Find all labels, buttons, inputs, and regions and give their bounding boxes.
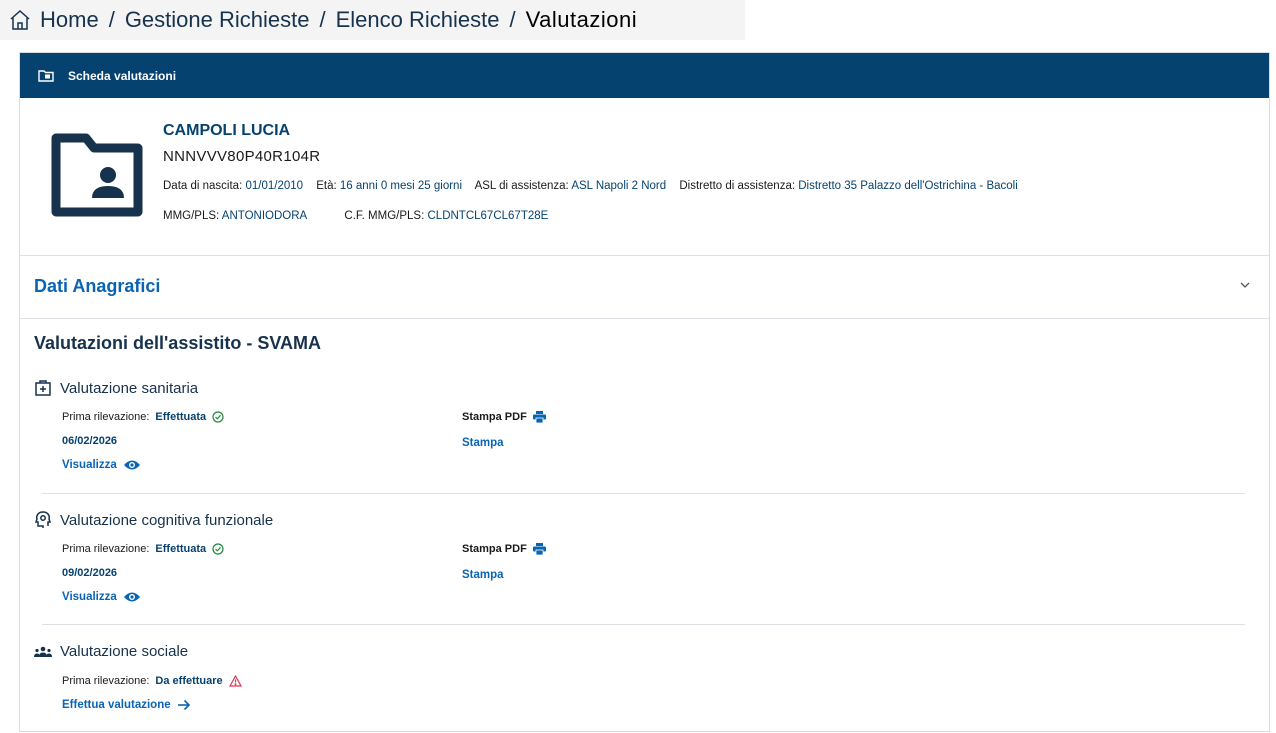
card-header: Scheda valutazioni xyxy=(20,53,1269,98)
cognitiva-print-link[interactable]: Stampa xyxy=(462,569,504,581)
breadcrumb-home[interactable]: Home xyxy=(40,7,99,33)
patient-info: CAMPOLI LUCIA NNNVVV80P40R104R Data di n… xyxy=(20,98,1269,256)
birth-value: 01/01/2010 xyxy=(245,180,304,192)
mmg-label: MMG/PLS: xyxy=(163,210,220,222)
cognitiva-view-link[interactable]: Visualizza xyxy=(62,591,141,603)
home-icon[interactable] xyxy=(8,8,32,32)
people-group-icon xyxy=(34,645,52,659)
medical-kit-icon xyxy=(34,379,52,397)
breadcrumb-gestione-richieste[interactable]: Gestione Richieste xyxy=(125,7,310,33)
svama-section-title: Valutazioni dell'assistito - SVAMA xyxy=(34,333,321,353)
dati-anagrafici-title[interactable]: Dati Anagrafici xyxy=(34,276,160,297)
rilevazione-label: Prima rilevazione: xyxy=(62,543,150,555)
divider xyxy=(42,624,1245,625)
patient-fiscal-code: NNNVVV80P40R104R xyxy=(163,148,321,165)
printer-icon[interactable] xyxy=(532,411,546,423)
dati-anagrafici-accordion[interactable]: Dati Anagrafici xyxy=(20,256,1269,319)
valutazione-cognitiva-label: Valutazione cognitiva funzionale xyxy=(60,511,274,529)
valutazione-cognitiva: Valutazione cognitiva funzionale Prima r… xyxy=(20,505,1250,625)
cognitiva-pdf: Stampa PDF xyxy=(462,543,546,555)
mmg-value: ANTONIODORA xyxy=(221,210,308,222)
valutazione-sociale-label: Valutazione sociale xyxy=(60,643,189,660)
cf-mmg-label: C.F. MMG/PLS: xyxy=(344,210,425,222)
divider xyxy=(42,493,1245,494)
age-value: 16 anni 0 mesi 25 giorni xyxy=(339,180,463,192)
valutazione-sanitaria-label: Valutazione sanitaria xyxy=(60,379,199,397)
rilevazione-status: Da effettuare xyxy=(155,675,223,687)
sanitaria-view-link[interactable]: Visualizza xyxy=(62,459,141,471)
age-label: Età: xyxy=(316,180,337,192)
check-circle-icon xyxy=(212,411,224,423)
breadcrumb-current: Valutazioni xyxy=(525,7,638,32)
breadcrumb-separator: / xyxy=(509,7,516,32)
pdf-label: Stampa PDF xyxy=(462,411,527,423)
district-value: Distretto 35 Palazzo dell'Ostrichina - B… xyxy=(798,180,1018,192)
birth-label: Data di nascita: xyxy=(163,180,243,192)
rilevazione-status: Effettuata xyxy=(155,411,207,423)
sanitaria-date: 06/02/2026 xyxy=(62,435,118,447)
rilevazione-label: Prima rilevazione: xyxy=(62,675,150,687)
brain-head-icon xyxy=(34,511,52,529)
valutazione-sanitaria-title: Valutazione sanitaria xyxy=(34,379,198,397)
cognitiva-date: 09/02/2026 xyxy=(62,567,118,579)
valutazione-sanitaria: Valutazione sanitaria Prima rilevazione:… xyxy=(20,373,1250,493)
valutazione-sociale-title: Valutazione sociale xyxy=(34,643,188,660)
patient-folder-icon xyxy=(51,133,143,217)
breadcrumb-separator: / xyxy=(108,7,115,32)
chevron-down-icon[interactable] xyxy=(1239,281,1251,289)
valutazioni-card: Scheda valutazioni CAMPOLI LUCIA NNNVVV8… xyxy=(19,52,1270,732)
district-label: Distretto di assistenza: xyxy=(679,180,796,192)
rilevazione-label: Prima rilevazione: xyxy=(62,411,150,423)
cognitiva-rilevazione: Prima rilevazione: Effettuata xyxy=(62,543,224,555)
sanitaria-rilevazione: Prima rilevazione: Effettuata xyxy=(62,411,224,423)
cf-mmg-value: CLDNTCL67CL67T28E xyxy=(427,210,549,222)
arrow-right-icon[interactable] xyxy=(177,699,191,711)
warning-triangle-icon xyxy=(228,675,242,687)
patient-name: CAMPOLI LUCIA xyxy=(163,122,291,139)
breadcrumb-elenco-richieste[interactable]: Elenco Richieste xyxy=(336,7,500,33)
breadcrumb-separator: / xyxy=(319,7,326,32)
eye-icon[interactable] xyxy=(123,591,141,603)
sanitaria-pdf: Stampa PDF xyxy=(462,411,546,423)
card-header-title: Scheda valutazioni xyxy=(68,68,177,83)
view-link-label[interactable]: Visualizza xyxy=(62,591,117,603)
pdf-label: Stampa PDF xyxy=(462,543,527,555)
patient-doctor-row: MMG/PLS: ANTONIODORA C.F. MMG/PLS: CLDNT… xyxy=(163,210,558,222)
valutazione-sociale: Valutazione sociale Prima rilevazione: D… xyxy=(20,637,1250,733)
valutazione-cognitiva-title: Valutazione cognitiva funzionale xyxy=(34,511,273,529)
view-link-label[interactable]: Visualizza xyxy=(62,459,117,471)
folder-user-icon xyxy=(38,69,54,82)
rilevazione-status: Effettuata xyxy=(155,543,207,555)
effettua-valutazione-label[interactable]: Effettua valutazione xyxy=(62,699,171,711)
printer-icon[interactable] xyxy=(532,543,546,555)
sanitaria-print-link[interactable]: Stampa xyxy=(462,437,504,449)
eye-icon[interactable] xyxy=(123,459,141,471)
breadcrumb: Home / Gestione Richieste / Elenco Richi… xyxy=(0,0,745,40)
asl-value: ASL Napoli 2 Nord xyxy=(571,180,667,192)
asl-label: ASL di assistenza: xyxy=(474,180,569,192)
sociale-rilevazione: Prima rilevazione: Da effettuare xyxy=(62,675,242,687)
check-circle-icon xyxy=(212,543,224,555)
effettua-valutazione-link[interactable]: Effettua valutazione xyxy=(62,699,191,711)
patient-details-row: Data di nascita: 01/01/2010 Età: 16 anni… xyxy=(163,180,1028,192)
